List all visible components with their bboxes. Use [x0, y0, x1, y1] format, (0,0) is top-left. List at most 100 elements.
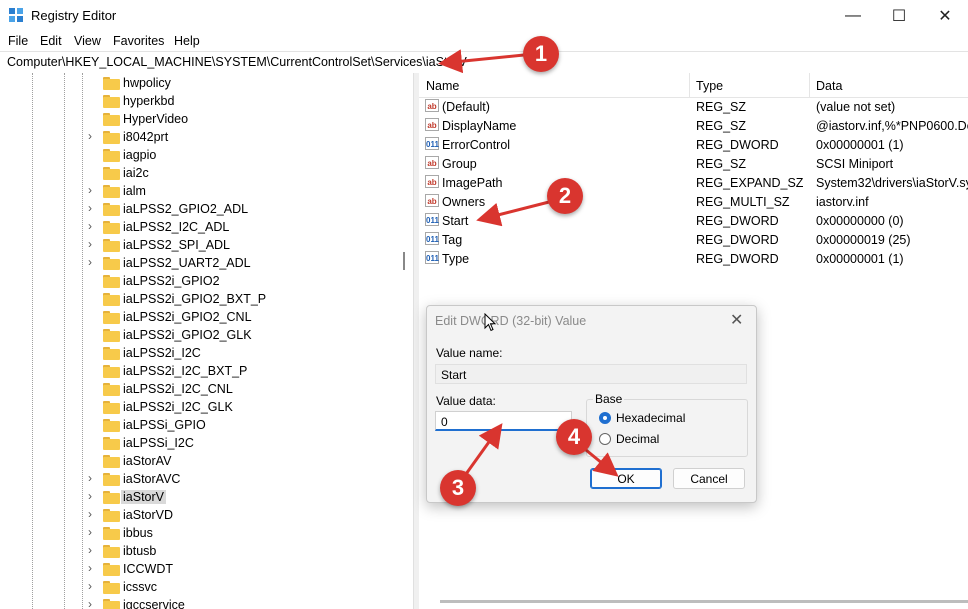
chevron-right-icon[interactable]: ›	[88, 543, 92, 557]
tree-item-label[interactable]: iaLPSS2_SPI_ADL	[123, 238, 230, 252]
tree-item-label[interactable]: ialm	[123, 184, 146, 198]
tree-item-label[interactable]: ibtusb	[123, 544, 156, 558]
minimize-button[interactable]: —	[830, 0, 876, 32]
chevron-right-icon[interactable]: ›	[88, 507, 92, 521]
tree-item[interactable]: › iaStorAVC	[0, 470, 400, 488]
decimal-label[interactable]: Decimal	[616, 432, 659, 446]
menu-help[interactable]: Help	[174, 34, 200, 48]
tree-item[interactable]: › ibtusb	[0, 542, 400, 560]
tree-item[interactable]: iaStorAV	[0, 452, 400, 470]
tree-item[interactable]: › iaStorV	[0, 488, 400, 506]
value-data-input[interactable]: 0	[435, 411, 572, 431]
menu-view[interactable]: View	[74, 34, 101, 48]
tree-item-label[interactable]: iaLPSSi_I2C	[123, 436, 194, 450]
maximize-button[interactable]: ☐	[876, 0, 922, 32]
tree-item-label[interactable]: iaLPSS2i_I2C_GLK	[123, 400, 233, 414]
tree-item[interactable]: hyperkbd	[0, 92, 400, 110]
tree-item[interactable]: › ialm	[0, 182, 400, 200]
list-horizontal-scrollbar[interactable]	[440, 600, 968, 603]
tree-item-label[interactable]: iaLPSS2_GPIO2_ADL	[123, 202, 248, 216]
value-row[interactable]: ab Owners REG_MULTI_SZ iastorv.inf	[419, 192, 968, 211]
chevron-right-icon[interactable]: ›	[88, 579, 92, 593]
tree-item[interactable]: › ibbus	[0, 524, 400, 542]
tree-item-label[interactable]: iaLPSS2i_GPIO2_GLK	[123, 328, 252, 342]
chevron-right-icon[interactable]: ›	[88, 219, 92, 233]
tree-item[interactable]: › iaLPSS2_UART2_ADL	[0, 254, 400, 272]
tree-item[interactable]: iagpio	[0, 146, 400, 164]
tree-item[interactable]: iaLPSSi_I2C	[0, 434, 400, 452]
tree-item-label[interactable]: hwpolicy	[123, 76, 171, 90]
tree-item[interactable]: › iaLPSS2_I2C_ADL	[0, 218, 400, 236]
tree-item-label[interactable]: iaLPSS2i_GPIO2	[123, 274, 220, 288]
chevron-right-icon[interactable]: ›	[88, 237, 92, 251]
tree-item-label[interactable]: iaStorVD	[123, 508, 173, 522]
chevron-right-icon[interactable]: ›	[88, 255, 92, 269]
ok-button[interactable]: OK	[590, 468, 662, 489]
value-row[interactable]: ab ImagePath REG_EXPAND_SZ System32\drivers…	[419, 173, 968, 192]
chevron-right-icon[interactable]: ›	[88, 471, 92, 485]
chevron-right-icon[interactable]: ›	[88, 489, 92, 503]
tree-item[interactable]: › iaStorVD	[0, 506, 400, 524]
hexadecimal-radio[interactable]	[599, 412, 611, 424]
tree-item-label[interactable]: iaLPSSi_GPIO	[123, 418, 206, 432]
tree-item[interactable]: iaLPSS2i_GPIO2_BXT_P	[0, 290, 400, 308]
menu-edit[interactable]: Edit	[40, 34, 62, 48]
tree-item[interactable]: HyperVideo	[0, 110, 400, 128]
tree-item-label[interactable]: igccservice	[123, 598, 185, 609]
tree-item-label[interactable]: ibbus	[123, 526, 153, 540]
tree-item-label[interactable]: hyperkbd	[123, 94, 174, 108]
tree-item-label[interactable]: iaLPSS2_UART2_ADL	[123, 256, 251, 270]
tree-item[interactable]: › icssvc	[0, 578, 400, 596]
tree-item[interactable]: iaLPSS2i_I2C_BXT_P	[0, 362, 400, 380]
tree-item-label[interactable]: iaLPSS2i_I2C_CNL	[123, 382, 233, 396]
value-name-field[interactable]: Start	[435, 364, 747, 384]
tree-item-label[interactable]: iaStorAV	[123, 454, 171, 468]
tree-item[interactable]: iaLPSS2i_I2C_GLK	[0, 398, 400, 416]
tree-item-label[interactable]: i8042prt	[123, 130, 168, 144]
tree-item-label[interactable]: iaLPSS2i_GPIO2_CNL	[123, 310, 252, 324]
tree-item[interactable]: › igccservice	[0, 596, 400, 609]
chevron-right-icon[interactable]: ›	[88, 129, 92, 143]
tree-item[interactable]: iaLPSS2i_GPIO2_GLK	[0, 326, 400, 344]
menu-favorites[interactable]: Favorites	[113, 34, 164, 48]
column-type[interactable]: Type	[696, 79, 723, 93]
value-row[interactable]: ab DisplayName REG_SZ @iastorv.inf,%*PNP060…	[419, 116, 968, 135]
column-divider[interactable]	[809, 73, 810, 97]
decimal-radio[interactable]	[599, 433, 611, 445]
tree-item-label[interactable]: ICCWDT	[123, 562, 173, 576]
chevron-right-icon[interactable]: ›	[88, 183, 92, 197]
hexadecimal-label[interactable]: Hexadecimal	[616, 411, 685, 425]
tree-item-label[interactable]: iaStorV	[121, 490, 166, 504]
value-row[interactable]: 011 ErrorControl REG_DWORD 0x00000001 (1)	[419, 135, 968, 154]
tree-item[interactable]: iaLPSS2i_I2C_CNL	[0, 380, 400, 398]
dialog-close-icon[interactable]: ✕	[730, 310, 743, 330]
column-name[interactable]: Name	[426, 79, 459, 93]
tree-item-label[interactable]: iaLPSS2i_I2C	[123, 346, 201, 360]
tree-item[interactable]: iaLPSSi_GPIO	[0, 416, 400, 434]
address-bar[interactable]: Computer\HKEY_LOCAL_MACHINE\SYSTEM\Curre…	[0, 51, 968, 74]
key-tree-pane[interactable]: hwpolicy hyperkbd HyperVideo › i8042prt iagpi…	[0, 73, 413, 609]
tree-item-label[interactable]: icssvc	[123, 580, 157, 594]
tree-item[interactable]: iaLPSS2i_I2C	[0, 344, 400, 362]
tree-item[interactable]: › iaLPSS2_SPI_ADL	[0, 236, 400, 254]
value-row[interactable]: 011 Start REG_DWORD 0x00000000 (0)	[419, 211, 968, 230]
value-row[interactable]: 011 Tag REG_DWORD 0x00000019 (25)	[419, 230, 968, 249]
tree-item[interactable]: hwpolicy	[0, 74, 400, 92]
tree-item-label[interactable]: iaStorAVC	[123, 472, 180, 486]
tree-item-label[interactable]: iagpio	[123, 148, 156, 162]
column-data[interactable]: Data	[816, 79, 842, 93]
menu-file[interactable]: File	[8, 34, 28, 48]
chevron-right-icon[interactable]: ›	[88, 597, 92, 609]
chevron-right-icon[interactable]: ›	[88, 561, 92, 575]
column-divider[interactable]	[689, 73, 690, 97]
tree-item[interactable]: › ICCWDT	[0, 560, 400, 578]
tree-item-label[interactable]: iai2c	[123, 166, 149, 180]
address-path[interactable]: Computer\HKEY_LOCAL_MACHINE\SYSTEM\Curre…	[7, 55, 467, 69]
tree-item[interactable]: iaLPSS2i_GPIO2	[0, 272, 400, 290]
tree-item[interactable]: › iaLPSS2_GPIO2_ADL	[0, 200, 400, 218]
tree-item-label[interactable]: iaLPSS2_I2C_ADL	[123, 220, 229, 234]
cancel-button[interactable]: Cancel	[673, 468, 745, 489]
chevron-right-icon[interactable]: ›	[88, 201, 92, 215]
value-row[interactable]: ab Group REG_SZ SCSI Miniport	[419, 154, 968, 173]
chevron-right-icon[interactable]: ›	[88, 525, 92, 539]
